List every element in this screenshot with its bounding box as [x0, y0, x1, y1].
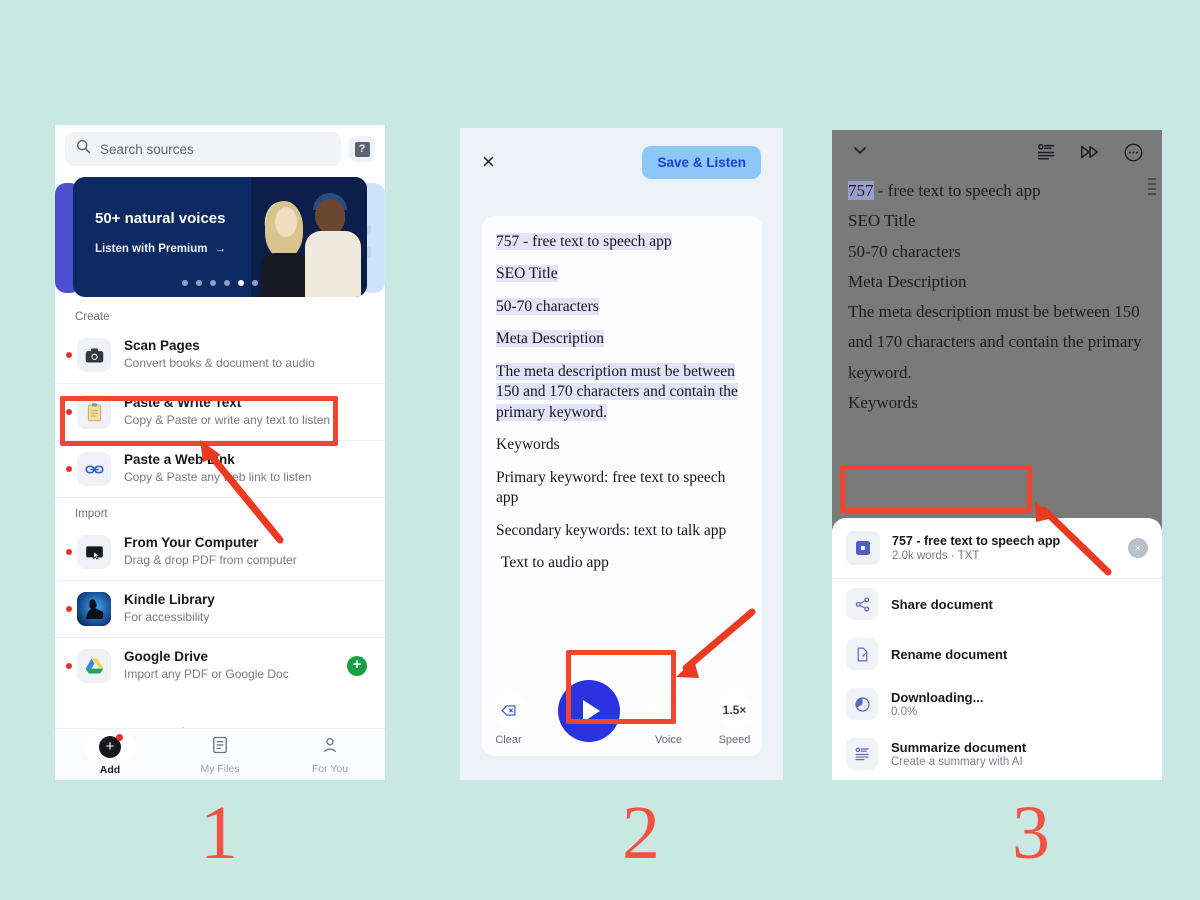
annotation-arrow-3 [1035, 501, 1112, 576]
step-number-2: 2 [622, 791, 660, 875]
step-number-1: 1 [200, 791, 238, 875]
step-number-3: 3 [1012, 791, 1050, 875]
screenshot-root: Search sources ? 50+ natural voices List… [0, 0, 1200, 900]
